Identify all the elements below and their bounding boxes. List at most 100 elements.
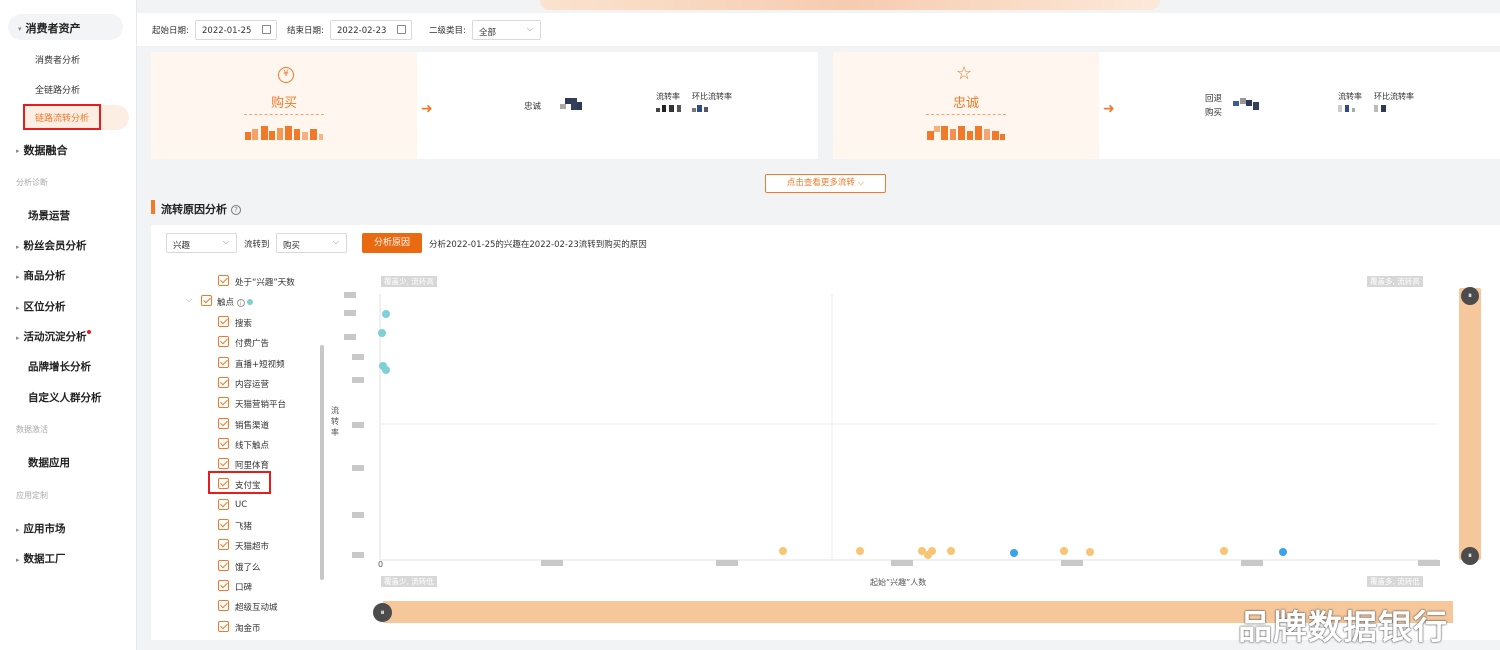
stage-title: 忠诚 bbox=[952, 96, 979, 111]
quadrant-bottom-right-label: 覆盖多, 流转低 bbox=[1367, 576, 1423, 587]
factor-checkbox[interactable] bbox=[218, 539, 229, 551]
y-tick-label-masked bbox=[352, 465, 364, 471]
section-accent-bar bbox=[151, 200, 155, 214]
target-stage-label: 忠诚 bbox=[524, 102, 542, 112]
filter-bar: 起始日期: 2022-01-25 结束日期: 2022-02-23 二级类目: … bbox=[137, 13, 1500, 46]
factor-checkbox[interactable] bbox=[218, 417, 229, 429]
factor-label: 饿了么 bbox=[235, 562, 261, 573]
factor-checkbox[interactable] bbox=[218, 620, 229, 632]
analyze-reason-button[interactable]: 分析原因 bbox=[362, 233, 422, 253]
x-tick-label-masked bbox=[716, 560, 738, 566]
view-more-flows-button[interactable]: 点击查看更多流转 ⌵ bbox=[765, 174, 886, 193]
factor-label: 搜索 bbox=[235, 319, 253, 329]
factor-label: 线下触点 bbox=[235, 440, 270, 451]
chevron-down-icon: ⌵ bbox=[332, 237, 339, 246]
sidebar-item-scene-ops[interactable]: 场景运营 bbox=[28, 208, 70, 223]
analysis-description: 分析2022-01-25的兴趣在2022-02-23流转到购买的原因 bbox=[429, 240, 647, 250]
y-slider-bottom-handle[interactable]: ⏸ bbox=[1461, 547, 1479, 565]
scatter-point bbox=[382, 366, 390, 374]
x-slider-left-handle[interactable]: ⏸ bbox=[373, 603, 392, 622]
sidebar-group-data-fusion[interactable]: ▸ 数据融合 bbox=[16, 142, 68, 158]
chevron-down-icon: ⌵ bbox=[222, 237, 229, 246]
from-stage-select[interactable]: 兴趣 ⌵ bbox=[166, 233, 237, 253]
factor-label: 天猫超市 bbox=[235, 542, 270, 553]
flow-to-label: 流转到 bbox=[244, 240, 270, 250]
factor-label: 淘金币 bbox=[235, 623, 261, 634]
collapse-chevron-icon[interactable]: ⌵ bbox=[186, 295, 192, 305]
factor-checkbox[interactable] bbox=[218, 316, 229, 327]
section-title: 流转原因分析? bbox=[161, 201, 241, 217]
help-icon[interactable]: ? bbox=[231, 205, 241, 215]
start-date-label: 起始日期: bbox=[152, 26, 189, 36]
y-range-slider[interactable] bbox=[1459, 288, 1481, 560]
factor-checkbox[interactable] bbox=[218, 336, 229, 348]
sidebar-item-region[interactable]: ▸ 区位分析 bbox=[16, 299, 66, 314]
sidebar-item-brand-growth[interactable]: 品牌增长分析 bbox=[28, 359, 91, 374]
end-date-input[interactable]: 2022-02-23 bbox=[330, 20, 412, 40]
factor-checkbox[interactable] bbox=[218, 376, 229, 388]
col-flow-rate: 流转率 bbox=[656, 92, 680, 101]
sidebar-item-app-market[interactable]: ▸ 应用市场 bbox=[16, 521, 66, 536]
stage-title: 购买 bbox=[270, 96, 297, 111]
flow-card-purchase: ¥ 购买 ➜ 忠诚 流转率 环比流转率 bbox=[151, 52, 818, 159]
sidebar-item-product[interactable]: ▸ 商品分析 bbox=[16, 268, 66, 283]
sidebar-category-activation: 数据激活 bbox=[16, 425, 48, 434]
top-banner[interactable] bbox=[540, 0, 1160, 10]
quadrant-bottom-left-label: 覆盖少, 流转低 bbox=[381, 576, 437, 587]
y-tick-label-masked bbox=[352, 377, 364, 383]
sidebar-group-consumer-assets[interactable]: ▾ 消费者资产 bbox=[8, 14, 123, 40]
factor-label: 处于“兴趣”天数 bbox=[235, 278, 295, 288]
sidebar-item-data-app[interactable]: 数据应用 bbox=[28, 455, 70, 470]
y-tick-label-masked bbox=[352, 552, 364, 558]
stage-panel: ¥ 购买 bbox=[151, 52, 417, 159]
factor-checkbox[interactable] bbox=[218, 458, 229, 470]
x-tick-label-masked bbox=[541, 560, 563, 566]
divider bbox=[926, 114, 1006, 115]
factor-checkbox[interactable] bbox=[218, 559, 229, 571]
chevron-down-icon: ⌵ bbox=[526, 24, 533, 33]
calendar-icon bbox=[397, 25, 406, 34]
col-flow-rate: 流转率 bbox=[1338, 92, 1362, 101]
factor-checkbox[interactable] bbox=[218, 519, 229, 530]
checkbox-touchpoint-group[interactable] bbox=[201, 295, 212, 306]
y-slider-top-handle[interactable]: ⏸ bbox=[1461, 287, 1479, 305]
scatter-point bbox=[1279, 548, 1287, 556]
factor-checkbox[interactable] bbox=[218, 397, 229, 409]
factor-label: 阿里体育 bbox=[235, 461, 270, 472]
caret-right-icon: ▸ bbox=[16, 526, 20, 534]
factor-list-scrollbar[interactable] bbox=[320, 345, 324, 580]
factor-label: 天猫营销平台 bbox=[235, 400, 287, 411]
factor-checkbox[interactable] bbox=[218, 600, 229, 612]
highlight-box bbox=[208, 471, 271, 494]
scatter-point bbox=[1010, 549, 1018, 557]
category-select[interactable]: 全部 ⌵ bbox=[472, 20, 541, 40]
star-icon: ☆ bbox=[956, 63, 973, 84]
sidebar-item-consumer-analysis[interactable]: 消费者分析 bbox=[35, 53, 80, 66]
sidebar-item-activity[interactable]: ▸ 活动沉淀分析 bbox=[16, 329, 91, 344]
scatter-point bbox=[1086, 548, 1094, 556]
y-tick-label-masked bbox=[344, 310, 356, 316]
x-tick-label-masked bbox=[1241, 560, 1263, 566]
factor-checkbox[interactable] bbox=[218, 498, 229, 510]
start-date-input[interactable]: 2022-01-25 bbox=[195, 20, 277, 40]
factor-checkbox[interactable] bbox=[218, 356, 229, 368]
factor-label: UC bbox=[235, 499, 248, 510]
caret-down-icon: ▾ bbox=[18, 25, 22, 33]
sidebar-category-app-custom: 应用定制 bbox=[16, 491, 48, 500]
sidebar-item-custom-crowd[interactable]: 自定义人群分析 bbox=[28, 390, 102, 405]
divider bbox=[244, 114, 324, 115]
checkbox-days-in-interest[interactable] bbox=[218, 275, 229, 286]
y-tick-label-masked bbox=[352, 354, 364, 360]
sidebar-item-fan-member[interactable]: ▸ 粉丝会员分析 bbox=[16, 238, 87, 253]
sidebar-item-full-link-analysis[interactable]: 全链路分析 bbox=[35, 83, 80, 96]
x-tick-label-masked bbox=[1418, 560, 1440, 566]
caret-right-icon: ▸ bbox=[16, 304, 20, 312]
quadrant-top-left-label: 覆盖少, 流转高 bbox=[381, 276, 437, 287]
to-stage-select[interactable]: 购买 ⌵ bbox=[276, 233, 347, 253]
info-icon[interactable]: i bbox=[236, 299, 245, 307]
caret-right-icon: ▸ bbox=[16, 147, 20, 155]
sidebar-item-data-factory[interactable]: ▸ 数据工厂 bbox=[16, 551, 66, 566]
factor-checkbox[interactable] bbox=[218, 437, 229, 449]
factor-checkbox[interactable] bbox=[218, 579, 229, 591]
category-label: 二级类目: bbox=[429, 26, 466, 36]
